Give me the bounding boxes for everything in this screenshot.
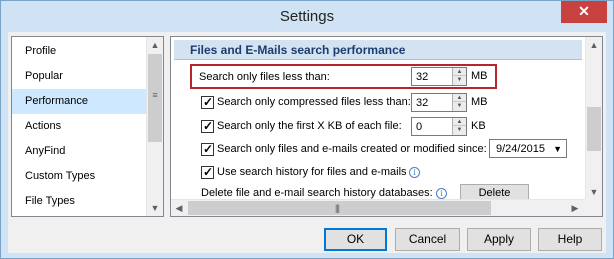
checkmark-icon: ✓ bbox=[203, 142, 214, 156]
spin-down-icon[interactable]: ▼ bbox=[453, 126, 466, 134]
history-checkbox[interactable]: ✓ bbox=[201, 165, 214, 179]
nav-item-file-types[interactable]: File Types bbox=[12, 189, 146, 214]
chevron-down-icon[interactable]: ▼ bbox=[553, 142, 562, 156]
panel-scroll-thumb[interactable] bbox=[587, 107, 601, 151]
compressed-limit-spin-buttons[interactable]: ▲ ▼ bbox=[452, 94, 466, 111]
spin-up-icon[interactable]: ▲ bbox=[453, 94, 466, 102]
section-header: Files and E-Mails search performance bbox=[174, 40, 582, 60]
spin-down-icon[interactable]: ▼ bbox=[453, 102, 466, 110]
scroll-up-icon[interactable]: ▲ bbox=[147, 37, 163, 53]
close-icon: ✕ bbox=[578, 3, 590, 19]
spin-down-icon[interactable]: ▼ bbox=[453, 76, 466, 84]
nav-scroll-thumb[interactable]: ≡ bbox=[148, 54, 162, 142]
grip-icon: ||| bbox=[335, 203, 340, 213]
scroll-up-icon[interactable]: ▲ bbox=[586, 37, 602, 53]
apply-button[interactable]: Apply bbox=[467, 228, 531, 251]
size-limit-unit: MB bbox=[471, 70, 488, 82]
scroll-down-icon[interactable]: ▼ bbox=[147, 200, 163, 216]
nav-item-profile[interactable]: Profile bbox=[12, 39, 146, 64]
scroll-left-icon[interactable]: ◀ bbox=[171, 200, 187, 216]
first-kb-stepper[interactable]: 0 ▲ ▼ bbox=[411, 117, 467, 136]
checkmark-icon: ✓ bbox=[203, 95, 214, 109]
info-icon[interactable]: i bbox=[436, 188, 447, 199]
date-filter-picker[interactable]: 9/24/2015 ▼ bbox=[489, 139, 567, 158]
spin-up-icon[interactable]: ▲ bbox=[453, 118, 466, 126]
compressed-limit-checkbox[interactable]: ✓ bbox=[201, 95, 214, 109]
checkmark-icon: ✓ bbox=[203, 119, 214, 133]
size-limit-value[interactable]: 32 bbox=[416, 70, 428, 84]
scroll-right-icon[interactable]: ▶ bbox=[567, 200, 583, 216]
nav-item-popular[interactable]: Popular bbox=[12, 64, 146, 89]
help-button[interactable]: Help bbox=[538, 228, 602, 251]
nav-vertical-scrollbar[interactable]: ▲ ≡ ▼ bbox=[146, 37, 163, 216]
nav-item-actions[interactable]: Actions bbox=[12, 114, 146, 139]
nav-item-anyfind[interactable]: AnyFind bbox=[12, 139, 146, 164]
size-limit-stepper[interactable]: 32 ▲ ▼ bbox=[411, 67, 467, 86]
title-bar[interactable]: Settings ✕ bbox=[1, 1, 613, 32]
first-kb-checkbox[interactable]: ✓ bbox=[201, 119, 214, 133]
compressed-limit-value[interactable]: 32 bbox=[416, 96, 428, 110]
info-icon[interactable]: i bbox=[409, 167, 420, 178]
settings-window: Settings ✕ Profile Popular Performance A… bbox=[0, 0, 614, 259]
history-label: Use search history for files and e-mails bbox=[217, 166, 407, 178]
size-limit-spin-buttons[interactable]: ▲ ▼ bbox=[452, 68, 466, 85]
size-limit-label: Search only files less than: bbox=[199, 71, 330, 83]
settings-panel: Files and E-Mails search performance Sea… bbox=[170, 36, 603, 217]
cancel-button[interactable]: Cancel bbox=[395, 228, 460, 251]
panel-hscroll-thumb[interactable]: ||| bbox=[188, 201, 491, 215]
settings-nav-list: Profile Popular Performance Actions AnyF… bbox=[11, 36, 164, 217]
compressed-limit-unit: MB bbox=[471, 96, 488, 108]
checkmark-icon: ✓ bbox=[203, 165, 214, 179]
date-filter-label: Search only files and e-mails created or… bbox=[217, 143, 487, 155]
compressed-limit-label: Search only compressed files less than: bbox=[217, 96, 411, 108]
first-kb-spin-buttons[interactable]: ▲ ▼ bbox=[452, 118, 466, 135]
grip-icon: ≡ bbox=[152, 90, 158, 100]
ok-button[interactable]: OK bbox=[324, 228, 387, 251]
first-kb-unit: KB bbox=[471, 120, 486, 132]
nav-item-custom-types[interactable]: Custom Types bbox=[12, 164, 146, 189]
nav-item-performance[interactable]: Performance bbox=[12, 89, 146, 114]
date-filter-value[interactable]: 9/24/2015 bbox=[496, 142, 545, 156]
section-title: Files and E-Mails search performance bbox=[190, 43, 406, 57]
panel-horizontal-scrollbar[interactable]: ◀ ||| ▶ bbox=[171, 199, 602, 216]
spin-up-icon[interactable]: ▲ bbox=[453, 68, 466, 76]
compressed-limit-stepper[interactable]: 32 ▲ ▼ bbox=[411, 93, 467, 112]
panel-vertical-scrollbar[interactable]: ▲ ▼ bbox=[585, 37, 602, 200]
date-filter-checkbox[interactable]: ✓ bbox=[201, 142, 214, 156]
first-kb-label: Search only the first X KB of each file: bbox=[217, 120, 402, 132]
scroll-corner bbox=[585, 199, 602, 216]
close-button[interactable]: ✕ bbox=[561, 1, 607, 23]
scroll-down-icon[interactable]: ▼ bbox=[586, 184, 602, 200]
dialog-client-area: Profile Popular Performance Actions AnyF… bbox=[8, 32, 606, 253]
window-title: Settings bbox=[279, 8, 335, 25]
first-kb-value[interactable]: 0 bbox=[416, 120, 422, 134]
